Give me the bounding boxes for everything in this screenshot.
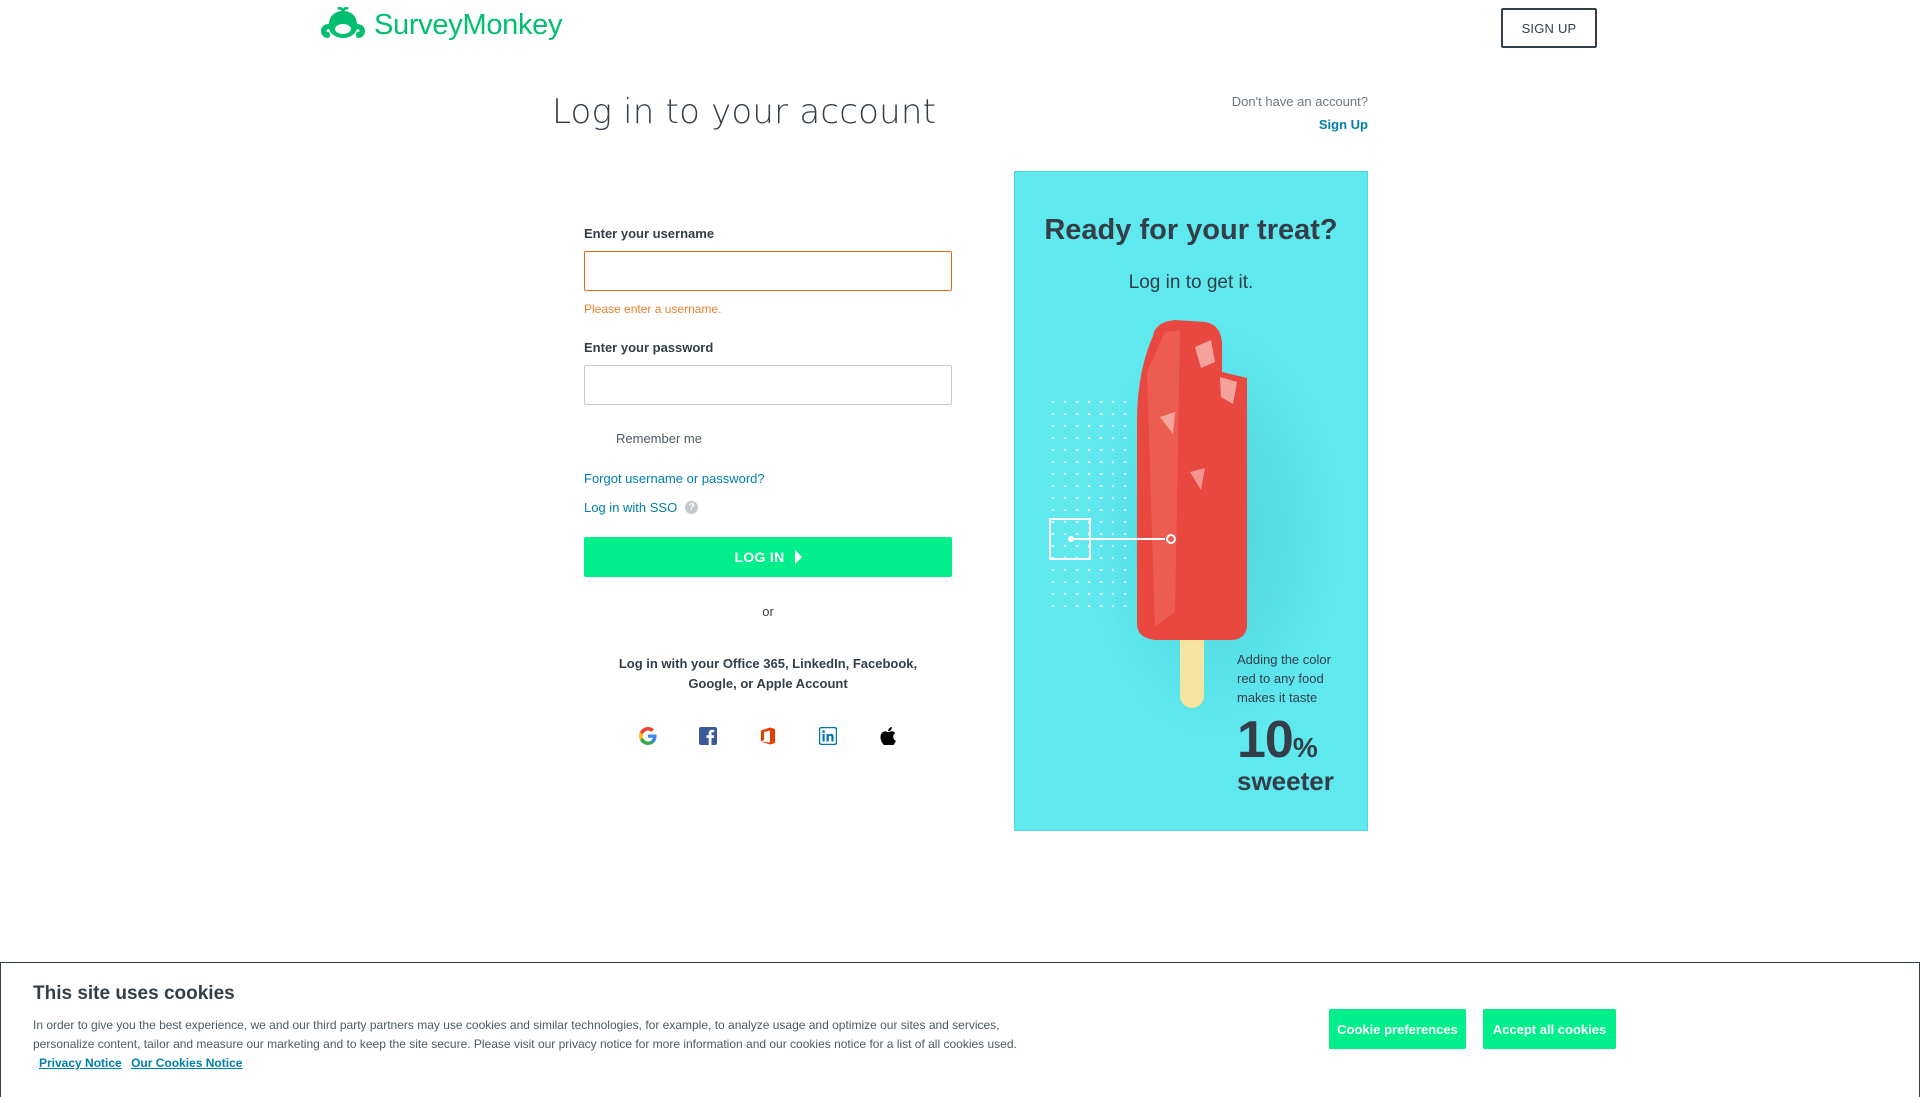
- cookies-notice-link[interactable]: Our Cookies Notice: [131, 1056, 242, 1070]
- login-form: Enter your username Please enter a usern…: [584, 226, 952, 746]
- forgot-credentials-link[interactable]: Forgot username or password?: [584, 471, 952, 486]
- caret-right-icon: [794, 550, 802, 564]
- apple-icon[interactable]: [878, 726, 898, 746]
- sign-up-link[interactable]: Sign Up: [1232, 117, 1368, 132]
- or-divider: or: [762, 604, 774, 619]
- site-header: SurveyMonkey SIGN UP: [0, 0, 1920, 56]
- promo-subtitle: Log in to get it.: [1128, 272, 1254, 293]
- username-input[interactable]: [584, 251, 952, 291]
- remember-me-label: Remember me: [616, 430, 702, 446]
- page-title: Log in to your account: [552, 92, 937, 132]
- promo-panel: Ready for your treat? Log in to get it. …: [1014, 171, 1368, 831]
- linkedin-icon[interactable]: [818, 726, 838, 746]
- privacy-notice-link[interactable]: Privacy Notice: [39, 1056, 122, 1070]
- no-account-prompt: Don't have an account? Sign Up: [1232, 94, 1368, 132]
- google-icon[interactable]: [638, 726, 658, 746]
- no-account-text: Don't have an account?: [1231, 94, 1368, 109]
- password-input[interactable]: [584, 365, 952, 405]
- sso-login-link[interactable]: Log in with SSO: [584, 500, 677, 515]
- cookie-preferences-button[interactable]: Cookie preferences: [1329, 1009, 1466, 1049]
- help-icon[interactable]: ?: [685, 501, 699, 514]
- promo-fact-number: 10%: [1237, 710, 1318, 770]
- promo-title: Ready for your treat?: [1044, 214, 1338, 246]
- fact-number-value: 10: [1237, 711, 1294, 769]
- username-label: Enter your username: [584, 226, 715, 241]
- login-button-label: LOG IN: [734, 549, 785, 565]
- cookie-banner: This site uses cookies In order to give …: [0, 962, 1920, 1097]
- remember-me-checkbox[interactable]: Remember me: [584, 429, 952, 447]
- username-error-message: Please enter a username.: [584, 302, 722, 316]
- cookie-banner-title: This site uses cookies: [33, 983, 235, 1004]
- password-label: Enter your password: [584, 340, 714, 355]
- social-login-text: Log in with your Office 365, LinkedIn, F…: [618, 656, 918, 691]
- office-icon[interactable]: [758, 726, 778, 746]
- promo-fact-word: sweeter: [1237, 766, 1334, 796]
- facebook-icon[interactable]: [698, 726, 718, 746]
- accept-all-cookies-button[interactable]: Accept all cookies: [1483, 1009, 1616, 1049]
- sso-row: Log in with SSO ?: [584, 500, 952, 515]
- login-button[interactable]: LOG IN: [584, 537, 952, 577]
- monkey-logo-icon: [321, 7, 365, 38]
- logo-text: SurveyMonkey: [374, 8, 563, 41]
- social-login-buttons: [584, 726, 952, 746]
- fact-unit: %: [1292, 732, 1318, 763]
- promo-fact-text: Adding the color red to any food makes i…: [1237, 652, 1331, 705]
- cookie-banner-body: In order to give you the best experience…: [33, 1018, 1017, 1051]
- header-signup-button[interactable]: SIGN UP: [1501, 8, 1597, 48]
- surveymonkey-logo[interactable]: SurveyMonkey: [318, 7, 563, 43]
- cookie-banner-text: In order to give you the best experience…: [33, 1016, 1053, 1073]
